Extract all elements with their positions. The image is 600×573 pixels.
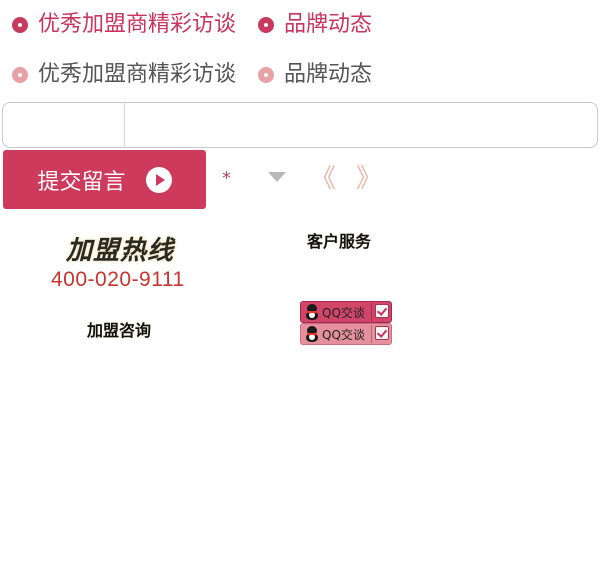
ring-icon [258, 17, 275, 33]
check-icon [375, 304, 389, 318]
next-button[interactable]: 》 [356, 158, 382, 195]
prev-button[interactable]: 《 [310, 158, 336, 195]
submit-message-button[interactable]: 提交留言 [3, 150, 206, 209]
submit-label: 提交留言 [37, 169, 126, 195]
play-icon [145, 166, 172, 193]
right-input[interactable] [125, 103, 597, 147]
qq-chat-label: QQ交谈 [322, 327, 365, 342]
nav-row-active: 优秀加盟商精彩访谈 品牌动态 [12, 12, 372, 38]
hotline-number: 400-020-9111 [51, 268, 185, 291]
customer-service-title: 客户服务 [307, 232, 372, 251]
nav-row-inactive: 优秀加盟商精彩访谈 品牌动态 [12, 62, 372, 88]
required-mark: * [222, 168, 231, 189]
check-icon [375, 326, 389, 340]
franchise-consult-label: 加盟咨询 [87, 321, 152, 340]
tab-brand-news[interactable]: 品牌动态 [284, 12, 372, 38]
message-input-bar [2, 102, 598, 148]
triangle-down-icon[interactable] [268, 172, 286, 182]
tab-franchisee-interview-inactive[interactable]: 优秀加盟商精彩访谈 [38, 62, 236, 88]
tab-brand-news-inactive[interactable]: 品牌动态 [284, 62, 372, 88]
qq-penguin-icon [305, 304, 319, 320]
qq-chat-label: QQ交谈 [322, 305, 365, 320]
tab-franchisee-interview[interactable]: 优秀加盟商精彩访谈 [38, 12, 236, 38]
qq-penguin-icon [305, 326, 319, 342]
ring-icon [258, 67, 275, 83]
ring-icon [12, 67, 28, 83]
qq-chat-button[interactable]: QQ交谈 [300, 301, 392, 323]
left-input[interactable] [3, 103, 125, 147]
ring-icon [12, 17, 28, 33]
hotline-title: 加盟热线 [66, 236, 175, 266]
qq-chat-button[interactable]: QQ交谈 [300, 323, 392, 345]
